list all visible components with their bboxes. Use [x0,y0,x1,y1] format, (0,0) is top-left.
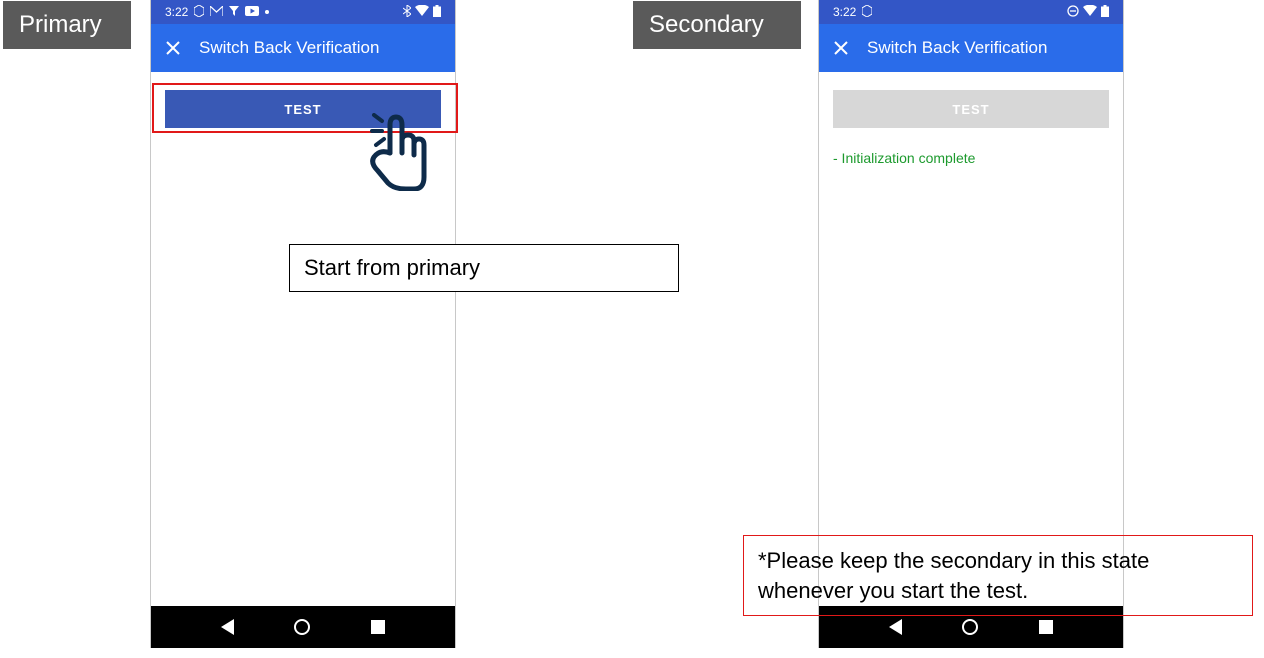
nav-home-icon-secondary[interactable] [962,619,978,635]
status-icon-gmail [210,5,223,19]
status-icon-hex [194,5,204,20]
phone-primary: 3:22 [150,0,456,648]
status-icon-filter [229,5,239,19]
status-bar-primary: 3:22 [151,0,455,24]
status-message: - Initialization complete [833,150,1109,166]
dnd-icon [1067,5,1079,20]
annotation-start-text: Start from primary [304,255,480,280]
wifi-icon [415,5,429,19]
status-bar-secondary: 3:22 [819,0,1123,24]
close-icon-secondary[interactable] [833,40,849,56]
title-bar-primary: Switch Back Verification [151,24,455,72]
status-message-text: - Initialization complete [833,150,975,166]
nav-back-icon-secondary[interactable] [889,619,902,635]
close-icon[interactable] [165,40,181,56]
label-secondary: Secondary [633,1,801,49]
status-time-secondary: 3:22 [833,5,856,19]
label-primary-text: Primary [19,11,102,38]
title-text-secondary: Switch Back Verification [867,38,1047,58]
battery-icon [433,5,441,20]
status-icon-youtube [245,5,259,19]
battery-icon-secondary [1101,5,1109,20]
title-text-primary: Switch Back Verification [199,38,379,58]
label-secondary-text: Secondary [649,11,764,38]
status-icon-hex-secondary [862,5,872,20]
nav-recent-icon-secondary[interactable] [1039,620,1053,634]
annotation-keep: *Please keep the secondary in this state… [743,535,1253,616]
test-button-primary[interactable]: TEST [165,90,441,128]
status-left-primary: 3:22 [165,5,269,20]
content-secondary: TEST - Initialization complete [819,72,1123,166]
nav-back-icon[interactable] [221,619,234,635]
wifi-icon-secondary [1083,5,1097,19]
content-primary: TEST [151,72,455,128]
test-button-label-primary: TEST [284,102,321,117]
test-button-label-secondary: TEST [952,102,989,117]
status-left-secondary: 3:22 [833,5,872,20]
label-primary: Primary [3,1,131,49]
title-bar-secondary: Switch Back Verification [819,24,1123,72]
bluetooth-icon [403,5,411,20]
annotation-start: Start from primary [289,244,679,292]
nav-home-icon[interactable] [294,619,310,635]
status-time-primary: 3:22 [165,5,188,19]
status-icon-dot [265,10,269,14]
status-right-secondary [1067,5,1109,20]
test-button-secondary: TEST [833,90,1109,128]
nav-bar-primary [151,606,455,648]
annotation-keep-text: *Please keep the secondary in this state… [758,548,1149,603]
status-right-primary [403,5,441,20]
nav-recent-icon[interactable] [371,620,385,634]
